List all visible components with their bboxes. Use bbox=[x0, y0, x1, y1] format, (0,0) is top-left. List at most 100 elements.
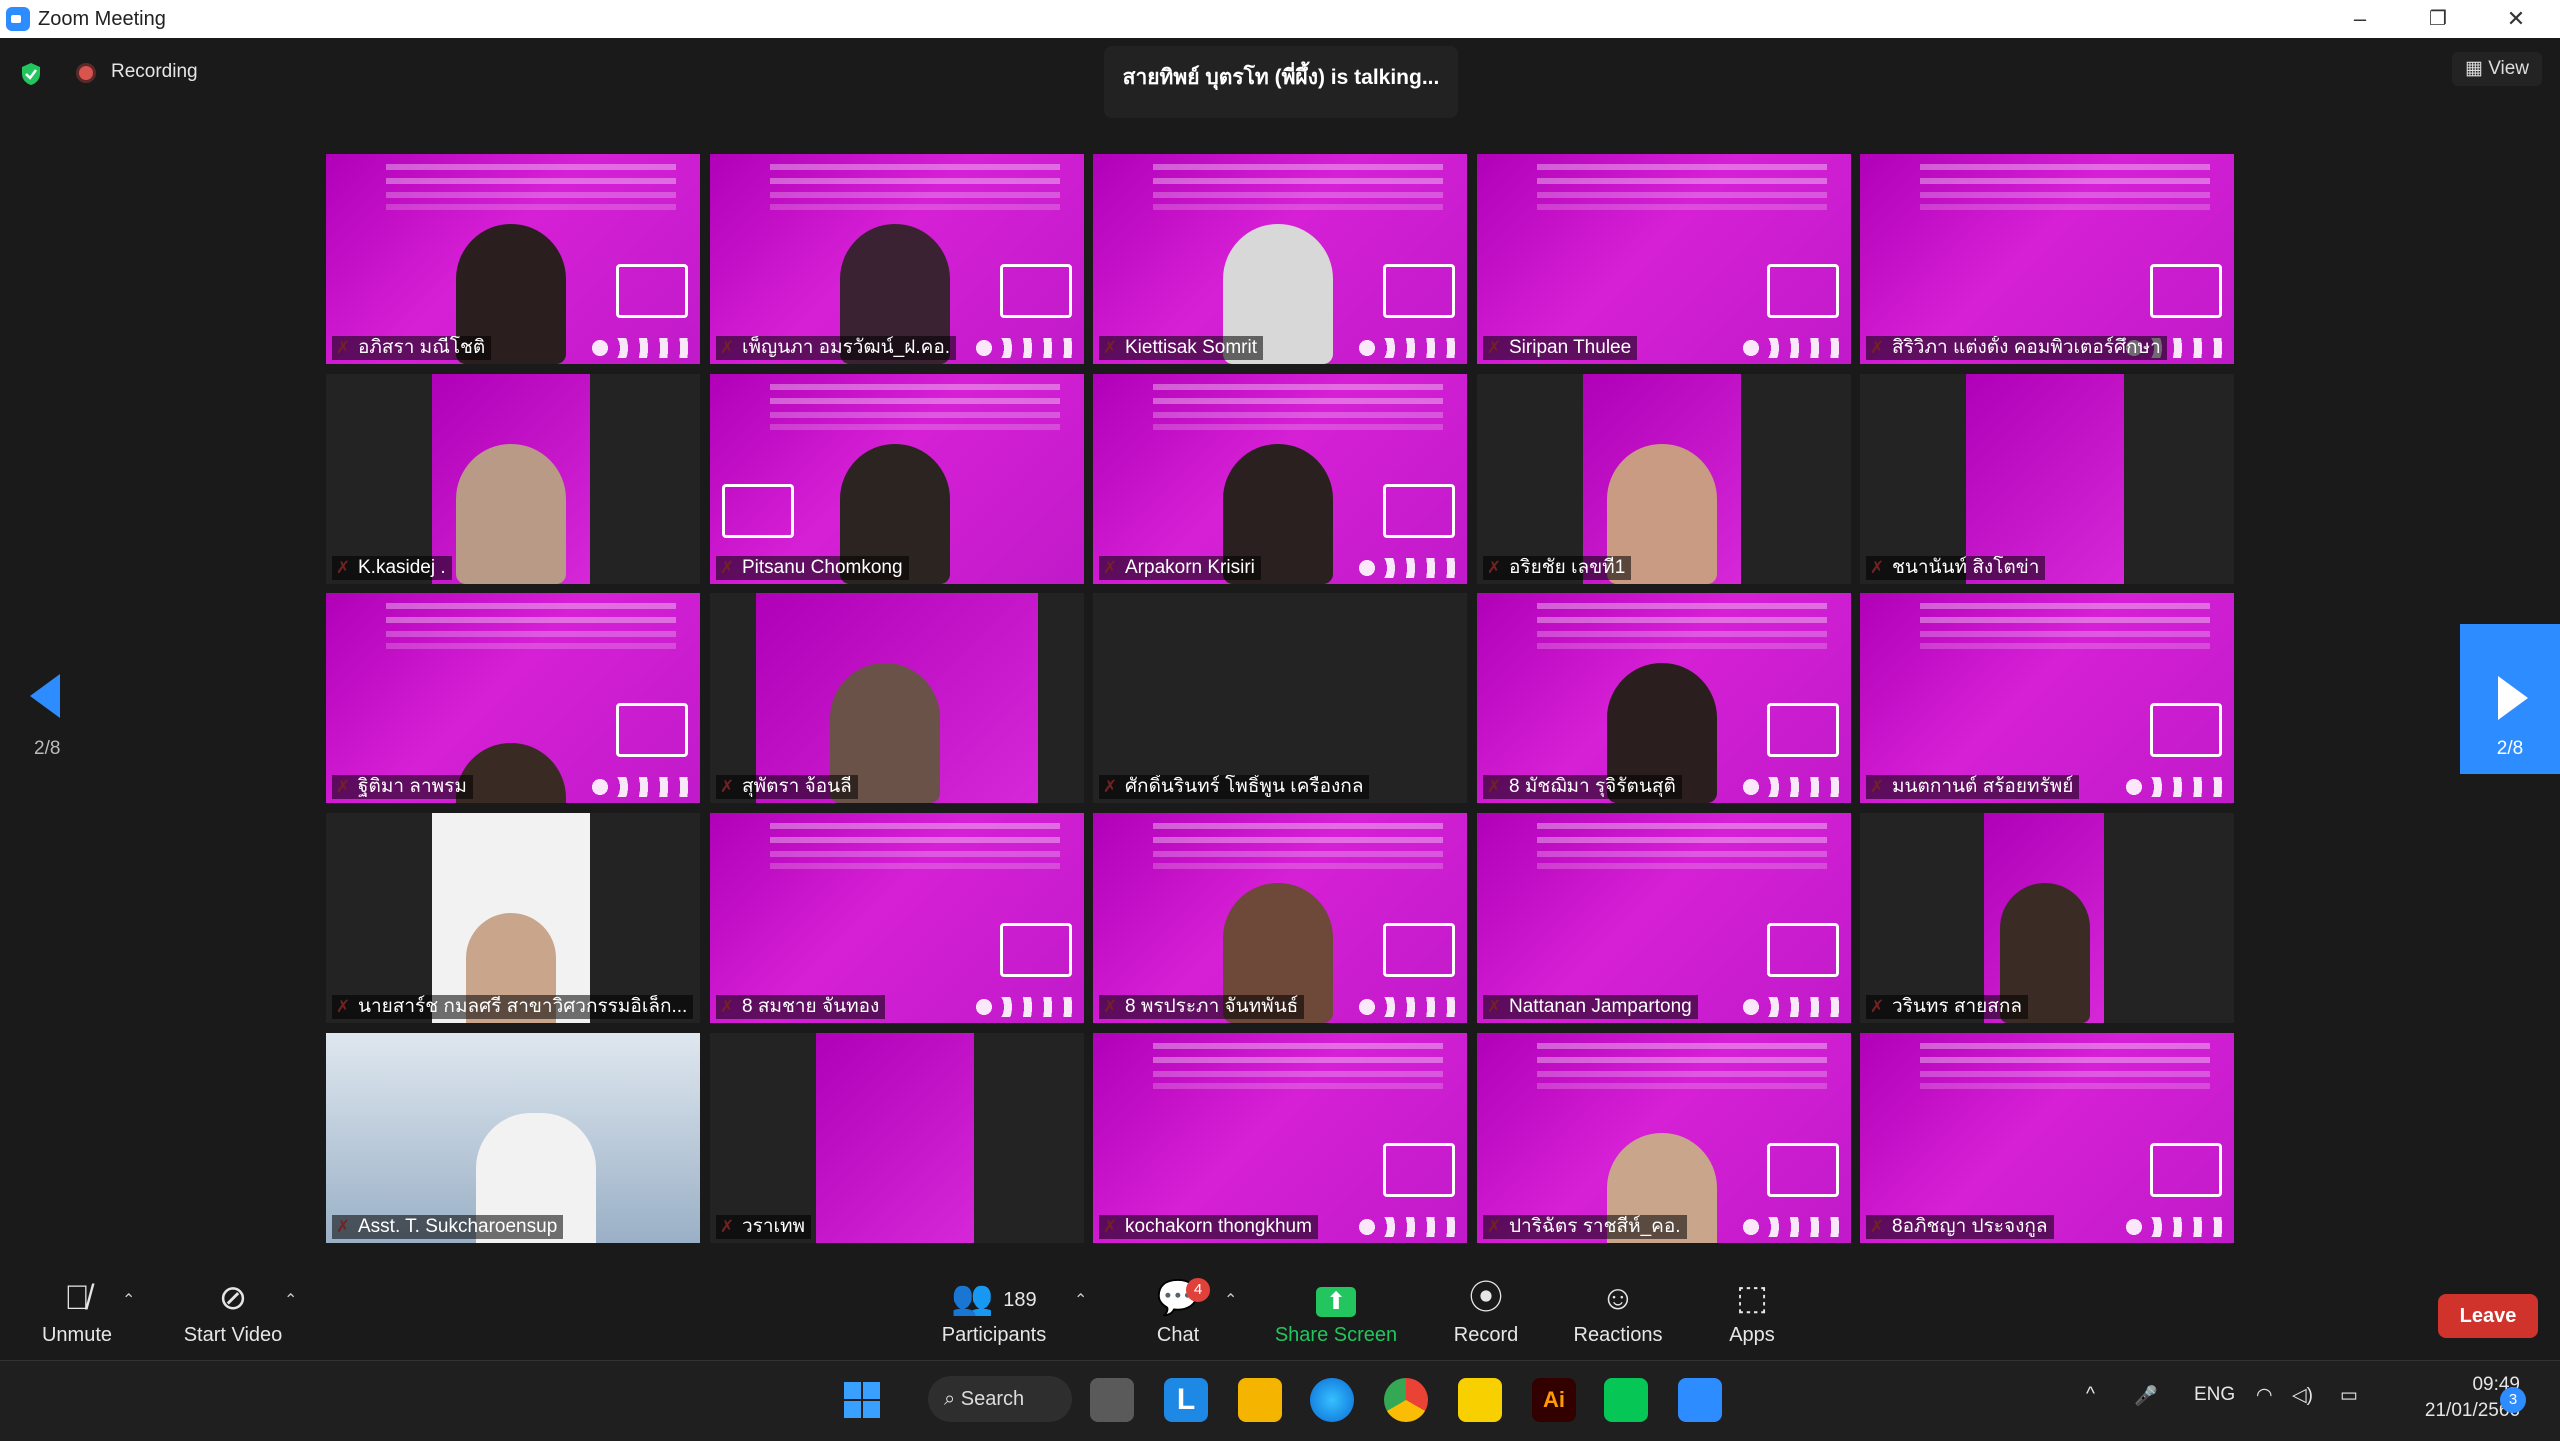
video-tile[interactable]: ✗Pitsanu Chomkong bbox=[710, 374, 1084, 584]
video-tile[interactable]: ✗K.kasidej . bbox=[326, 374, 700, 584]
participant-name: kochakorn thongkhum bbox=[1099, 1215, 1318, 1239]
video-tile[interactable]: ✗kochakorn thongkhum bbox=[1093, 1033, 1467, 1243]
video-tile[interactable]: ✗นายสาร์ช กมลศรี สาขาวิศวกรรมอิเล็ก... bbox=[326, 813, 700, 1023]
video-tile[interactable]: ✗Nattanan Jampartong bbox=[1477, 813, 1851, 1023]
battery-icon[interactable]: ▭ bbox=[2340, 1384, 2358, 1407]
taskbar-clock[interactable]: 09:49 21/01/2566 bbox=[2380, 1372, 2520, 1424]
next-page-arrow-icon bbox=[2498, 676, 2528, 720]
file-explorer-icon[interactable] bbox=[1238, 1378, 1282, 1422]
zoom-app-icon bbox=[6, 7, 30, 31]
page-indicator-left: 2/8 bbox=[34, 738, 61, 759]
unmute-button[interactable]: 🎙̸ Unmute bbox=[36, 1278, 118, 1347]
gallery-grid: ✗อภิสรา มณีโชติ ✗เพ็ญนภา อมรวัฒน์_ฝ.คอ. … bbox=[326, 154, 2234, 1244]
participant-name: สิริวิภา แต่งตั้ง คอมพิวเตอร์ศึกษา bbox=[1866, 336, 2167, 360]
edge-browser-icon[interactable] bbox=[1310, 1378, 1354, 1422]
start-video-button[interactable]: ⊘ Start Video bbox=[178, 1278, 288, 1347]
video-tile[interactable]: ✗อริยชัย เลขที่1 bbox=[1477, 374, 1851, 584]
apps-icon: ⬚ bbox=[1735, 1279, 1769, 1317]
video-tile[interactable]: ✗วราเทพ bbox=[710, 1033, 1084, 1243]
participant-name: 8 พรประภา จันทพันธ์ bbox=[1099, 995, 1305, 1019]
notification-badge[interactable]: 3 bbox=[2500, 1387, 2526, 1413]
chat-caret-icon[interactable]: ⌃ bbox=[1224, 1290, 1237, 1310]
video-tile[interactable]: ✗Arpakorn Krisiri bbox=[1093, 374, 1467, 584]
record-button[interactable]: ⦿ Record bbox=[1446, 1278, 1526, 1347]
windows-start-icon[interactable] bbox=[840, 1378, 884, 1422]
video-tile[interactable]: ✗มนตกานต์ สร้อยทรัพย์ bbox=[1860, 593, 2234, 803]
video-tile[interactable]: ✗Siripan Thulee bbox=[1477, 154, 1851, 364]
video-tile[interactable]: ✗ฐิติมา ลาพรม bbox=[326, 593, 700, 803]
video-tile[interactable]: ✗วรินทร สายสกล bbox=[1860, 813, 2234, 1023]
participant-name: Pitsanu Chomkong bbox=[716, 556, 909, 580]
video-tile[interactable]: ✗สุพัตรา จ้อนลี bbox=[710, 593, 1084, 803]
participants-count: 189 bbox=[1003, 1289, 1037, 1312]
next-page-button[interactable]: 2/8 bbox=[2460, 624, 2560, 774]
video-off-icon: ⊘ bbox=[218, 1279, 248, 1317]
wifi-icon[interactable]: ◠ bbox=[2256, 1384, 2273, 1407]
share-screen-icon: ⬆ bbox=[1274, 1278, 1398, 1318]
previous-page-arrow-icon[interactable] bbox=[30, 674, 60, 718]
participant-name: สุพัตรา จ้อนลี bbox=[716, 775, 858, 799]
window-title: Zoom Meeting bbox=[38, 8, 166, 30]
participant-name: วรินทร สายสกล bbox=[1866, 995, 2029, 1019]
input-language[interactable]: ENG bbox=[2194, 1384, 2235, 1406]
reactions-icon: ☺ bbox=[1600, 1279, 1636, 1317]
volume-icon[interactable]: ◁) bbox=[2292, 1384, 2313, 1407]
participant-name: วราเทพ bbox=[716, 1215, 812, 1239]
participant-name: ฐิติมา ลาพรม bbox=[332, 775, 473, 799]
mic-off-icon: 🎙̸ bbox=[64, 1279, 90, 1317]
window-titlebar: Zoom Meeting – ❐ ✕ bbox=[0, 0, 2560, 38]
page-indicator-right: 2/8 bbox=[2496, 738, 2524, 759]
video-tile[interactable]: ✗เพ็ญนภา อมรวัฒน์_ฝ.คอ. bbox=[710, 154, 1084, 364]
zoom-taskbar-icon[interactable] bbox=[1678, 1378, 1722, 1422]
video-tile[interactable]: ✗อภิสรา มณีโชติ bbox=[326, 154, 700, 364]
apps-button[interactable]: ⬚ Apps bbox=[1724, 1278, 1780, 1347]
participant-name: ศักดิ์นรินทร์ โพธิ์พูน เครื่องกล bbox=[1099, 775, 1370, 799]
video-tile[interactable]: ✗สิริวิภา แต่งตั้ง คอมพิวเตอร์ศึกษา bbox=[1860, 154, 2234, 364]
sticky-notes-icon[interactable] bbox=[1458, 1378, 1502, 1422]
video-tile[interactable]: ✗8 พรประภา จันทพันธ์ bbox=[1093, 813, 1467, 1023]
search-icon: ⌕ bbox=[944, 1388, 961, 1410]
video-tile[interactable]: ✗Asst. T. Sukcharoensup bbox=[326, 1033, 700, 1243]
recording-label: Recording bbox=[111, 61, 198, 82]
video-tile[interactable]: ✗ชนานันท์ สิงโตข่า bbox=[1860, 374, 2234, 584]
participant-name: นายสาร์ช กมลศรี สาขาวิศวกรรมอิเล็ก... bbox=[332, 995, 694, 1019]
illustrator-icon[interactable]: Ai bbox=[1532, 1378, 1576, 1422]
tray-expand-chevron-icon[interactable]: ^ bbox=[2086, 1384, 2095, 1406]
microphone-tray-icon[interactable]: 🎤 bbox=[2134, 1384, 2158, 1408]
chat-unread-badge: 4 bbox=[1186, 1278, 1210, 1302]
active-speaker-banner: สายทิพย์ บุตรโท (พี่ผึ้ง) is talking... bbox=[1104, 46, 1458, 118]
app-l-icon[interactable]: L bbox=[1164, 1378, 1208, 1422]
video-tile[interactable]: ✗8อภิชญา ประจงกูล bbox=[1860, 1033, 2234, 1243]
reactions-button[interactable]: ☺ Reactions bbox=[1570, 1278, 1666, 1347]
participants-caret-icon[interactable]: ⌃ bbox=[1074, 1290, 1087, 1310]
minimize-button[interactable]: – bbox=[2330, 2, 2390, 36]
participant-name: Arpakorn Krisiri bbox=[1099, 556, 1261, 580]
grid-icon: ▦ bbox=[2464, 58, 2489, 79]
leave-button[interactable]: Leave bbox=[2438, 1294, 2538, 1338]
close-button[interactable]: ✕ bbox=[2486, 2, 2546, 36]
video-tile[interactable]: ✗ศักดิ์นรินทร์ โพธิ์พูน เครื่องกล bbox=[1093, 593, 1467, 803]
line-app-icon[interactable] bbox=[1604, 1378, 1648, 1422]
chrome-browser-icon[interactable] bbox=[1384, 1378, 1428, 1422]
people-icon: 👥 bbox=[951, 1279, 994, 1317]
video-tile[interactable]: ✗8 สมชาย จันทอง bbox=[710, 813, 1084, 1023]
video-tile[interactable]: ✗Kiettisak Somrit bbox=[1093, 154, 1467, 364]
participant-name: 8 มัชฌิมา รุจิรัตนสุติ bbox=[1483, 775, 1682, 799]
task-view-icon[interactable] bbox=[1090, 1378, 1134, 1422]
participant-name: อภิสรา มณีโชติ bbox=[332, 336, 492, 360]
share-screen-button[interactable]: ⬆ Share Screen bbox=[1274, 1278, 1398, 1347]
participant-name: Nattanan Jampartong bbox=[1483, 995, 1698, 1019]
shield-icon[interactable] bbox=[20, 62, 42, 86]
participant-name: เพ็ญนภา อมรวัฒน์_ฝ.คอ. bbox=[716, 336, 957, 360]
participant-name: ปาริฉัตร ราชสีห์_คอ. bbox=[1483, 1215, 1687, 1239]
video-tile[interactable]: ✗ปาริฉัตร ราชสีห์_คอ. bbox=[1477, 1033, 1851, 1243]
view-button[interactable]: ▦ View bbox=[2452, 52, 2542, 86]
participant-name: Siripan Thulee bbox=[1483, 336, 1638, 360]
record-icon: ⦿ bbox=[1469, 1279, 1503, 1317]
video-tile[interactable]: ✗8 มัชฌิมา รุจิรัตนสุติ bbox=[1477, 593, 1851, 803]
taskbar-search[interactable]: ⌕ Search bbox=[928, 1376, 1072, 1422]
audio-options-caret-icon[interactable]: ⌃ bbox=[122, 1290, 135, 1310]
video-options-caret-icon[interactable]: ⌃ bbox=[284, 1290, 297, 1310]
restore-button[interactable]: ❐ bbox=[2408, 2, 2468, 36]
participants-button[interactable]: 👥 189 Participants bbox=[934, 1278, 1054, 1347]
